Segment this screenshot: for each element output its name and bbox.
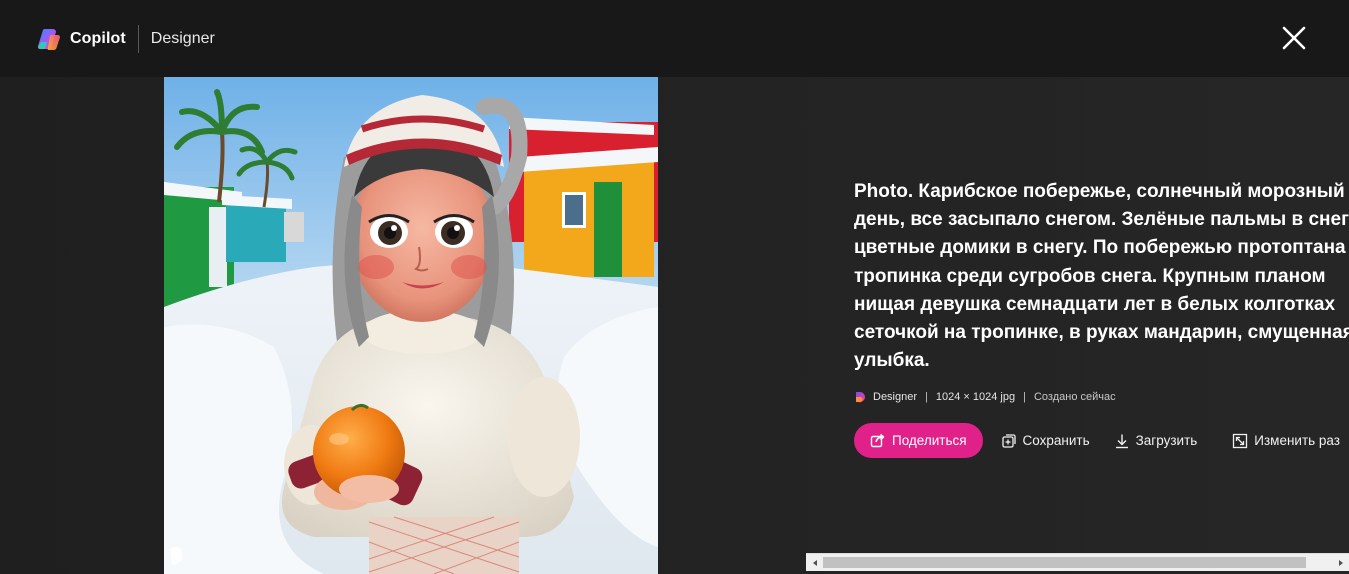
save-label: Сохранить [1022,433,1090,449]
resize-label: Изменить раз [1254,433,1340,449]
meta-separator: | [1023,391,1026,404]
download-label: Загрузить [1135,433,1198,449]
share-icon [870,434,885,448]
scrollbar-thumb[interactable] [823,557,1306,568]
generated-image-illustration [164,77,658,574]
meta-separator: | [925,391,928,404]
image-meta: Designer | 1024 × 1024 jpg | Создано сей… [854,389,1349,405]
save-icon [1001,434,1016,448]
brand-name: Copilot [70,30,126,47]
horizontal-scrollbar[interactable] [806,553,1349,571]
resize-button[interactable]: Изменить раз [1232,433,1340,449]
download-icon [1115,434,1128,449]
copilot-logo-icon [37,29,60,50]
brand[interactable]: Copilot Designer [36,25,215,53]
resize-icon [1233,433,1248,449]
save-button[interactable]: Сохранить [1001,433,1090,449]
close-icon[interactable] [1280,24,1308,52]
meta-size: 1024 × 1024 jpg [935,391,1016,404]
top-bar: Copilot Designer [0,0,1349,77]
share-label: Поделиться [892,433,967,449]
section-title: Designer [150,30,215,47]
download-button[interactable]: Загрузить [1114,433,1198,449]
generated-image[interactable] [164,77,658,574]
scroll-left-arrow-icon[interactable] [806,554,823,571]
meta-app: Designer [873,391,918,404]
meta-created: Создано сейчас [1033,391,1116,404]
prompt-text: Photo. Карибское побережье, солнечный мо… [854,181,1349,372]
share-button[interactable]: Поделиться [854,423,983,459]
image-details: Photo. Карибское побережье, солнечный мо… [854,178,1349,459]
action-bar: Поделиться Сохранить Загрузить Изменить … [854,423,1349,459]
designer-viewer: Copilot Designer Photo. Карибское побере… [0,0,1349,574]
designer-icon [856,392,865,403]
scroll-right-arrow-icon[interactable] [1332,554,1349,571]
brand-divider [137,25,139,53]
